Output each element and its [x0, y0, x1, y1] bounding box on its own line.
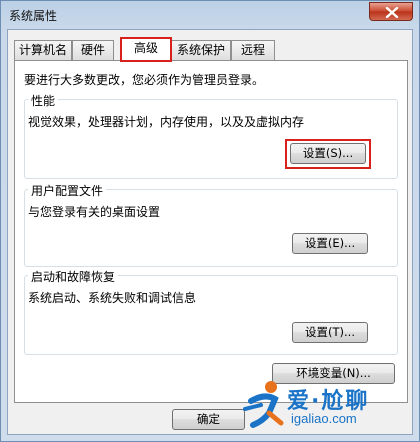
- performance-title: 性能: [28, 92, 59, 109]
- performance-description: 视觉效果，处理器计划，内存使用，以及及虚拟内存: [28, 115, 305, 129]
- admin-notice: 要进行大多数更改，您必须作为管理员登录。: [24, 73, 265, 87]
- watermark-domain: igaliao.com: [291, 411, 357, 426]
- system-properties-window: 系统属性 计算机名 硬件 高级 系统保护 远程 要进行大多数更改，您必须作为管理…: [0, 0, 420, 442]
- advanced-tab-panel: 要进行大多数更改，您必须作为管理员登录。 性能 视觉效果，处理器计划，内存使用，…: [14, 60, 408, 403]
- startup-recovery-settings-button[interactable]: 设置(T)...: [292, 322, 368, 343]
- window-title: 系统属性: [9, 9, 58, 23]
- site-watermark: 爱·尬聊 igaliao.com: [241, 377, 411, 435]
- user-profiles-group: 用户配置文件 与您登录有关的桌面设置 设置(E)...: [24, 182, 398, 267]
- performance-group: 性能 视觉效果，处理器计划，内存使用，以及及虚拟内存 设置(S)...: [24, 92, 398, 179]
- tab-hardware[interactable]: 硬件: [72, 40, 114, 60]
- user-profiles-description: 与您登录有关的桌面设置: [28, 205, 161, 219]
- user-profiles-title: 用户配置文件: [28, 182, 107, 199]
- startup-recovery-group: 启动和故障恢复 系统启动、系统失败和调试信息 设置(T)...: [24, 268, 398, 355]
- user-profiles-settings-button[interactable]: 设置(E)...: [292, 233, 368, 254]
- close-button[interactable]: [369, 2, 413, 21]
- dialog-client-area: 计算机名 硬件 高级 系统保护 远程 要进行大多数更改，您必须作为管理员登录。 …: [7, 29, 413, 435]
- runner-logo-icon: [243, 381, 284, 428]
- close-icon: [385, 7, 399, 18]
- tab-remote[interactable]: 远程: [231, 40, 275, 60]
- tab-advanced[interactable]: 高级: [120, 37, 172, 62]
- tab-computer-name[interactable]: 计算机名: [14, 40, 72, 60]
- ok-button[interactable]: 确定: [172, 409, 245, 430]
- performance-settings-button[interactable]: 设置(S)...: [290, 143, 366, 164]
- title-bar[interactable]: 系统属性: [1, 1, 419, 29]
- startup-recovery-title: 启动和故障恢复: [28, 268, 119, 285]
- startup-recovery-description: 系统启动、系统失败和调试信息: [28, 291, 197, 305]
- tab-system-protection[interactable]: 系统保护: [171, 40, 231, 60]
